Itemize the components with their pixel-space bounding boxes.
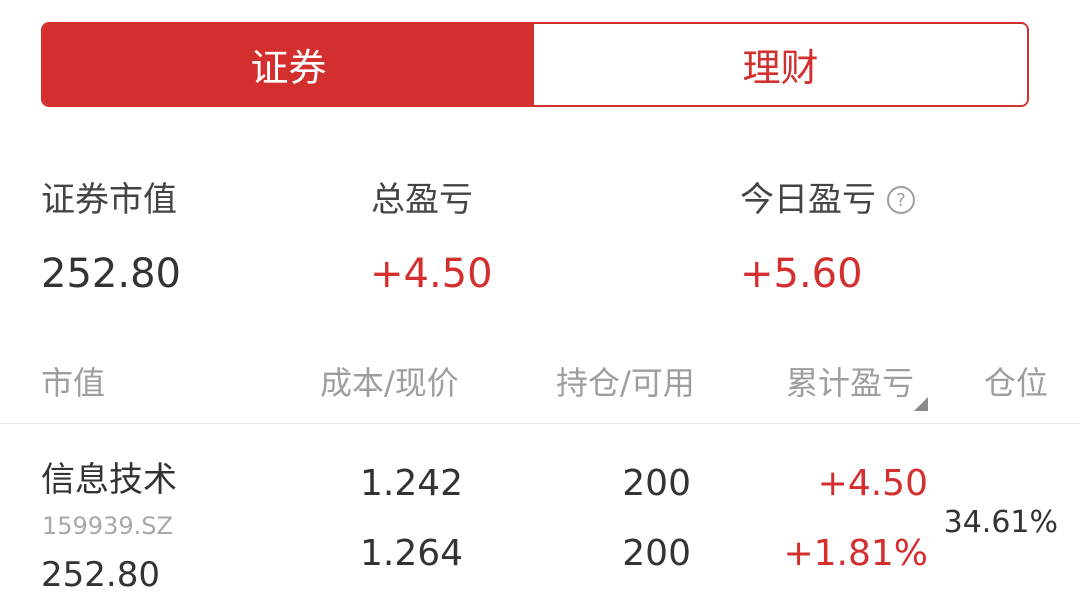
header-cost-price: 成本/现价 — [320, 364, 459, 402]
stock-market-value: 252.80 — [41, 555, 160, 595]
market-value: 252.80 — [41, 251, 181, 297]
today-pl-label: 今日盈亏 — [740, 180, 876, 220]
total-pl-value: +4.50 — [370, 251, 493, 297]
tab-wealth-management[interactable]: 理财 — [534, 24, 1027, 105]
tab-securities[interactable]: 证券 — [43, 24, 534, 105]
holding-qty: 200 — [622, 463, 691, 504]
total-pl-label: 总盈亏 — [371, 180, 473, 220]
cumulative-pl-amount: +4.50 — [817, 463, 928, 504]
stock-code: 159939.SZ — [42, 512, 173, 540]
position-percent: 34.61% — [943, 505, 1058, 540]
header-holding-available: 持仓/可用 — [556, 364, 695, 402]
question-circle-icon[interactable]: ? — [886, 185, 916, 215]
today-pl-header: 今日盈亏 ? — [740, 178, 916, 222]
segmented-control: 证券 理财 — [41, 22, 1029, 107]
cost-price: 1.242 — [360, 463, 464, 504]
header-cumulative-pl[interactable]: 累计盈亏 — [786, 362, 914, 404]
stock-name: 信息技术 — [41, 460, 177, 500]
header-divider — [0, 423, 1080, 424]
current-price: 1.264 — [360, 533, 464, 574]
sort-indicator-icon[interactable] — [914, 397, 928, 411]
market-value-label: 证券市值 — [41, 180, 177, 220]
available-qty: 200 — [622, 533, 691, 574]
svg-text:?: ? — [896, 190, 906, 211]
cumulative-pl-percent: +1.81% — [783, 533, 928, 574]
header-position: 仓位 — [984, 364, 1049, 402]
header-market-value: 市值 — [41, 364, 106, 402]
today-pl-value: +5.60 — [740, 251, 863, 297]
